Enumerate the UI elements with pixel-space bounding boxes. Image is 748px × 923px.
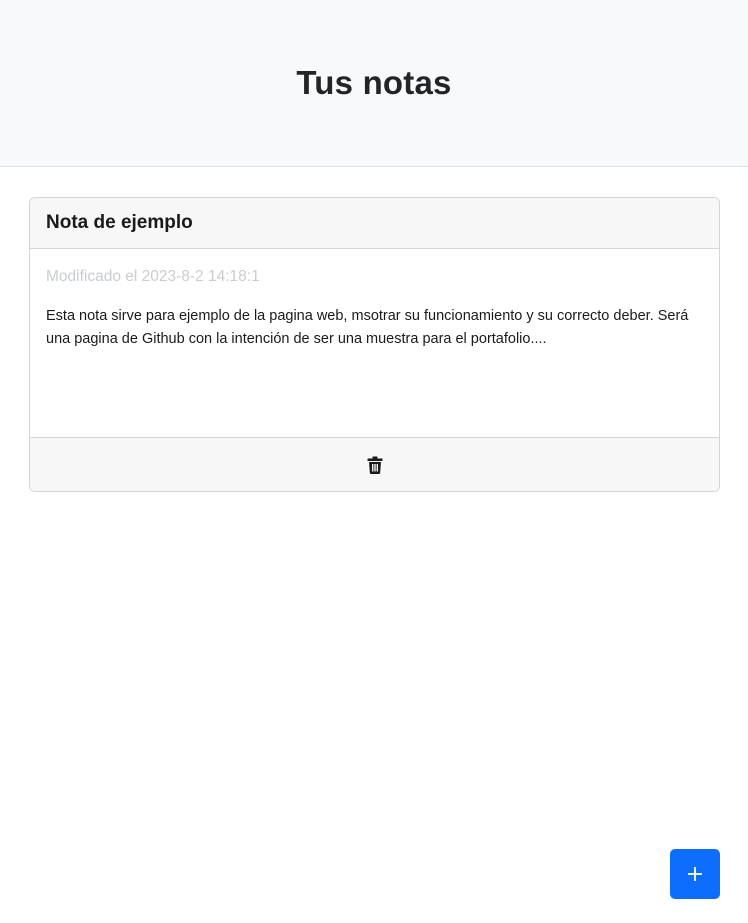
plus-icon: [688, 867, 702, 881]
note-card: Nota de ejemplo Modificado el 2023-8-2 1…: [29, 197, 720, 492]
add-note-button[interactable]: [670, 849, 720, 899]
note-title: Nota de ejemplo: [46, 212, 193, 233]
notes-page: Tus notas Nota de ejemplo Modificado el …: [0, 0, 748, 923]
note-modified-date: Modificado el 2023-8-2 14:18:1: [46, 268, 260, 285]
delete-note-button[interactable]: [361, 451, 389, 479]
page-header: Tus notas: [0, 0, 748, 167]
note-card-header: Nota de ejemplo: [30, 198, 719, 249]
note-body-text: Esta nota sirve para ejemplo de la pagin…: [46, 308, 689, 347]
note-card-body: Modificado el 2023-8-2 14:18:1 Esta nota…: [30, 249, 719, 437]
trash-icon: [367, 456, 382, 474]
page-title: Tus notas: [296, 64, 452, 101]
note-card-footer: [30, 437, 719, 491]
